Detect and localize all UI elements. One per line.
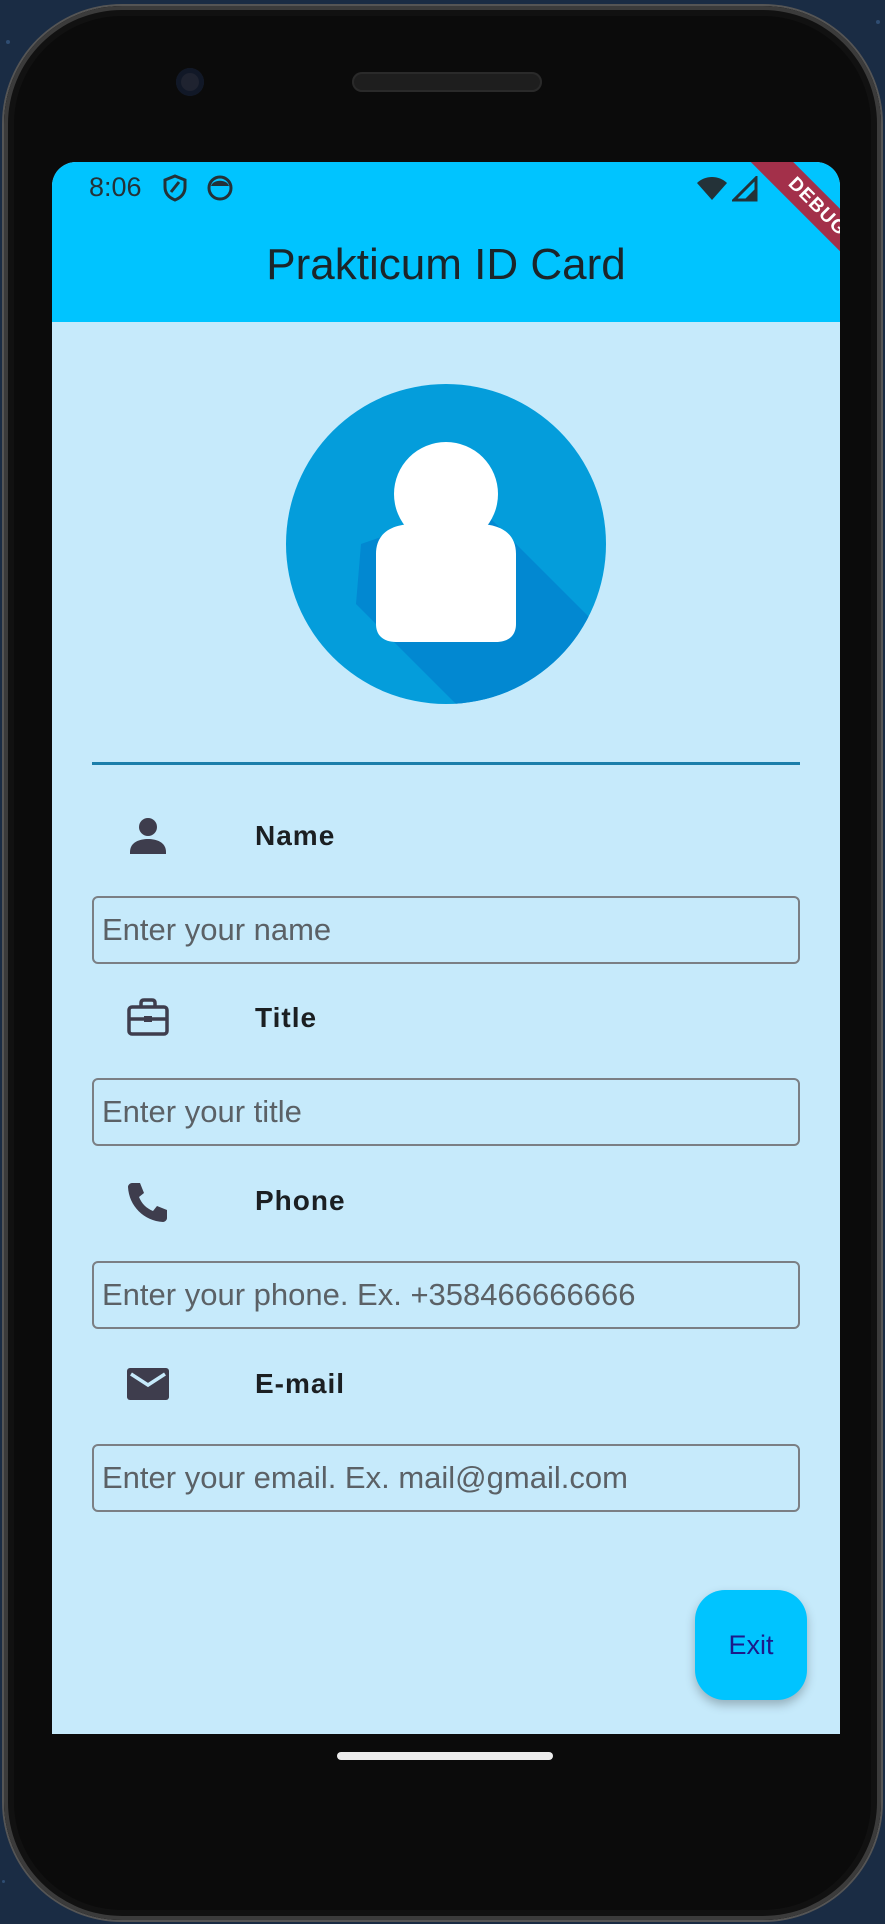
- background-speck: [6, 40, 10, 44]
- status-time: 8:06: [89, 172, 142, 202]
- home-indicator[interactable]: [337, 1752, 553, 1760]
- mail-icon: [124, 1360, 172, 1408]
- debug-banner-label: DEBUG: [746, 162, 840, 278]
- debug-banner: DEBUG: [720, 162, 840, 282]
- earpiece-speaker: [352, 72, 542, 92]
- email-label: E-mail: [255, 1368, 346, 1399]
- briefcase-icon: [124, 994, 172, 1042]
- app-screen: 8:06 Prakticum ID Card DEBUG Name Enter …: [52, 162, 840, 1734]
- phone-label: Phone: [255, 1185, 346, 1216]
- phone-input[interactable]: [92, 1261, 800, 1329]
- phone-icon: [124, 1177, 172, 1225]
- person-avatar-icon: [356, 442, 606, 704]
- phone-frame: 8:06 Prakticum ID Card DEBUG Name Enter …: [4, 6, 881, 1920]
- exit-button[interactable]: Exit: [695, 1590, 807, 1700]
- profile-avatar: [286, 384, 606, 704]
- title-label: Title: [255, 1002, 318, 1033]
- email-input[interactable]: [92, 1444, 800, 1512]
- person-icon: [124, 812, 172, 860]
- shield-icon: [162, 174, 188, 206]
- name-input[interactable]: [92, 896, 800, 964]
- front-camera: [176, 68, 204, 96]
- background-speck: [876, 20, 880, 24]
- title-input[interactable]: [92, 1078, 800, 1146]
- background-speck: [2, 1880, 5, 1883]
- name-label: Name: [255, 820, 336, 851]
- face-icon: [206, 174, 234, 206]
- divider: [92, 762, 800, 765]
